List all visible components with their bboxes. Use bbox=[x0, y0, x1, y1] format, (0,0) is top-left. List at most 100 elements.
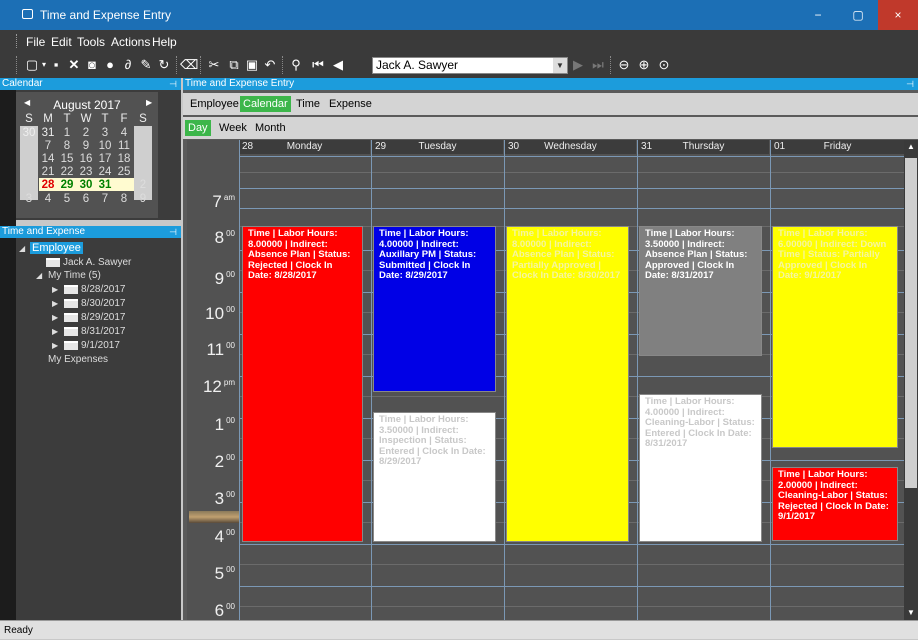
calendar-day[interactable]: 16 bbox=[77, 153, 95, 165]
day-header[interactable]: 29 Tuesday bbox=[372, 140, 503, 154]
calendar-day[interactable]: 15 bbox=[58, 153, 76, 165]
time-entry-event[interactable]: Time | Labor Hours: 2.00000 | Indirect: … bbox=[772, 467, 898, 541]
tree-node-my-expenses[interactable]: My Expenses bbox=[48, 354, 108, 365]
tab-time[interactable]: Time bbox=[293, 96, 323, 112]
chevron-down-icon[interactable]: ▼ bbox=[553, 58, 567, 73]
calendar-day[interactable]: 31 bbox=[39, 127, 57, 139]
copy-icon[interactable]: ⧉ bbox=[226, 57, 242, 73]
scroll-thumb[interactable] bbox=[905, 158, 917, 488]
calendar-day[interactable]: 4 bbox=[115, 127, 133, 139]
expand-icon[interactable]: ▶ bbox=[52, 327, 58, 336]
time-entry-event[interactable]: Time | Labor Hours: 8.00000 | Indirect: … bbox=[506, 226, 629, 542]
previous-record-icon[interactable]: ◀ bbox=[330, 57, 346, 73]
edit-icon[interactable]: ✎ bbox=[138, 57, 154, 73]
calendar-day[interactable]: 9 bbox=[77, 140, 95, 152]
forward-icon[interactable]: ⊕ bbox=[636, 57, 652, 73]
calendar-day[interactable]: 23 bbox=[77, 166, 95, 178]
calendar-day[interactable]: 1 bbox=[58, 127, 76, 139]
calendar-day[interactable]: 6 bbox=[77, 193, 95, 205]
next-month-icon[interactable]: ▶ bbox=[146, 98, 152, 107]
expand-icon[interactable]: ▶ bbox=[52, 285, 58, 294]
time-entry-event[interactable]: Time | Labor Hours: 3.50000 | Indirect: … bbox=[373, 412, 496, 542]
binoculars-icon[interactable]: ◙ bbox=[84, 57, 100, 73]
calendar-day[interactable]: 8 bbox=[115, 193, 133, 205]
calendar-day[interactable]: 30 bbox=[77, 179, 95, 191]
maximize-button[interactable]: ▢ bbox=[838, 0, 878, 30]
expand-icon[interactable]: ▶ bbox=[52, 313, 58, 322]
tab-day[interactable]: Day bbox=[185, 120, 211, 136]
calendar-day[interactable]: 9 bbox=[134, 193, 152, 205]
time-entry-event[interactable]: Time | Labor Hours: 6.00000 | Indirect: … bbox=[772, 226, 898, 448]
calendar-day[interactable]: 3 bbox=[96, 127, 114, 139]
day-header[interactable]: 31 Thursday bbox=[638, 140, 769, 154]
tab-employee[interactable]: Employee bbox=[187, 96, 242, 112]
search-icon[interactable]: ⚲ bbox=[288, 57, 304, 73]
calendar-day[interactable]: 22 bbox=[58, 166, 76, 178]
day-header[interactable]: 30 Wednesday bbox=[505, 140, 636, 154]
last-record-icon[interactable]: ⏭ bbox=[590, 57, 606, 73]
calendar-day[interactable]: 5 bbox=[58, 193, 76, 205]
vertical-scrollbar[interactable]: ▲ ▼ bbox=[904, 140, 918, 620]
calendar-day[interactable]: 7 bbox=[39, 140, 57, 152]
calendar-day[interactable]: 4 bbox=[39, 193, 57, 205]
cut-icon[interactable]: ✂ bbox=[206, 57, 222, 73]
calendar-day[interactable]: 17 bbox=[96, 153, 114, 165]
home-icon[interactable]: ⊙ bbox=[656, 57, 672, 73]
calendar-day[interactable]: 25 bbox=[115, 166, 133, 178]
undo-icon[interactable]: ↶ bbox=[262, 57, 278, 73]
calendar-day[interactable]: 29 bbox=[58, 179, 76, 191]
minimize-button[interactable]: − bbox=[798, 0, 838, 30]
time-entry-event[interactable]: Time | Labor Hours: 4.00000 | Indirect: … bbox=[373, 226, 496, 392]
tab-week[interactable]: Week bbox=[216, 120, 250, 136]
tree-node-date[interactable]: 8/30/2017 bbox=[64, 298, 126, 309]
pin-icon[interactable]: ⊣ bbox=[906, 78, 914, 90]
collapse-icon[interactable]: ◢ bbox=[36, 271, 42, 280]
pin-icon[interactable]: ⊣ bbox=[169, 78, 177, 90]
comment-icon[interactable]: ● bbox=[102, 57, 118, 73]
back-icon[interactable]: ⊖ bbox=[616, 57, 632, 73]
close-button[interactable]: × bbox=[878, 0, 918, 30]
expand-icon[interactable]: ▶ bbox=[52, 341, 58, 350]
menu-actions[interactable]: Actions bbox=[111, 35, 150, 49]
calendar-day[interactable]: 30 bbox=[20, 127, 38, 139]
calendar-day[interactable]: 7 bbox=[96, 193, 114, 205]
collapse-icon[interactable]: ◢ bbox=[19, 244, 25, 253]
calendar-day[interactable]: 11 bbox=[115, 140, 133, 152]
menu-help[interactable]: Help bbox=[152, 35, 177, 49]
calendar-day[interactable]: 2 bbox=[77, 127, 95, 139]
tree-node-date[interactable]: 8/28/2017 bbox=[64, 284, 126, 295]
calendar-day[interactable]: 3 bbox=[20, 193, 38, 205]
time-entry-event[interactable]: Time | Labor Hours: 8.00000 | Indirect: … bbox=[242, 226, 363, 542]
first-record-icon[interactable]: ⏮ bbox=[310, 57, 326, 73]
calendar-day[interactable]: 18 bbox=[115, 153, 133, 165]
tree-node-date[interactable]: 9/1/2017 bbox=[64, 340, 120, 351]
refresh-icon[interactable]: ↻ bbox=[156, 57, 172, 73]
calendar-day[interactable]: 14 bbox=[39, 153, 57, 165]
menu-file[interactable]: File bbox=[26, 35, 45, 49]
menu-tools[interactable]: Tools bbox=[77, 35, 105, 49]
delete-icon[interactable]: ✕ bbox=[66, 57, 82, 73]
clear-icon[interactable]: ⌫ bbox=[180, 57, 198, 73]
tab-calendar[interactable]: Calendar bbox=[240, 96, 291, 112]
calendar-day[interactable]: 8 bbox=[58, 140, 76, 152]
day-header[interactable]: 01 Friday bbox=[771, 140, 904, 154]
scroll-up-icon[interactable]: ▲ bbox=[904, 140, 918, 154]
paste-icon[interactable]: ▣ bbox=[244, 57, 260, 73]
tab-expense[interactable]: Expense bbox=[326, 96, 375, 112]
tree-node-date[interactable]: 8/29/2017 bbox=[64, 312, 126, 323]
time-entry-event[interactable]: Time | Labor Hours: 4.00000 | Indirect: … bbox=[639, 394, 762, 542]
next-record-icon[interactable]: ▶ bbox=[570, 57, 586, 73]
calendar-day[interactable]: 28 bbox=[39, 179, 57, 191]
tree-node-my-time[interactable]: My Time (5) bbox=[48, 270, 101, 281]
calendar-day[interactable]: 31 bbox=[96, 179, 114, 191]
calendar-day[interactable]: 24 bbox=[96, 166, 114, 178]
employee-select[interactable]: Jack A. Sawyer ▼ bbox=[372, 57, 568, 74]
time-entry-event[interactable]: Time | Labor Hours: 3.50000 | Indirect: … bbox=[639, 226, 762, 356]
pin-icon[interactable]: ⊣ bbox=[169, 226, 177, 238]
tree-node-date[interactable]: 8/31/2017 bbox=[64, 326, 126, 337]
tree-node-employee[interactable]: Employee bbox=[30, 242, 83, 254]
save-icon[interactable]: ▪ bbox=[48, 57, 64, 73]
calendar-day[interactable]: 21 bbox=[39, 166, 57, 178]
calendar-day[interactable]: 10 bbox=[96, 140, 114, 152]
calendar-day[interactable]: 2 bbox=[134, 179, 152, 191]
